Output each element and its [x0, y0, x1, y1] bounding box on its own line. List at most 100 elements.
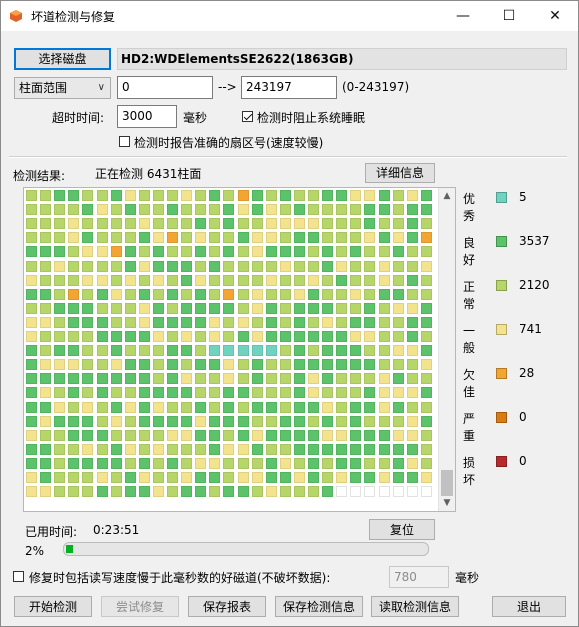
sector-cell [336, 359, 348, 371]
sector-map: ▲ ▼ [23, 187, 456, 512]
sector-cell [392, 331, 404, 342]
maximize-button[interactable]: ☐ [486, 1, 532, 31]
save-report-button[interactable]: 保存报表 [188, 596, 266, 617]
sector-cell [378, 190, 390, 201]
detail-button[interactable]: 详细信息 [365, 163, 435, 183]
range-start-input[interactable]: 0 [117, 76, 213, 99]
sector-cell [152, 472, 164, 483]
sector-cell [237, 359, 249, 371]
sector-cell [279, 359, 291, 371]
sector-cell [420, 190, 432, 201]
range-mode-dropdown[interactable]: 柱面范围 ∨ [14, 77, 111, 99]
sector-cell [251, 387, 263, 399]
sector-cell [195, 331, 207, 342]
sector-cell [336, 204, 348, 216]
sector-cell [420, 373, 432, 385]
sector-cell [26, 443, 37, 455]
sector-cell [68, 288, 80, 300]
sector-cell [26, 401, 37, 413]
sector-cell [279, 472, 291, 483]
sector-cell [322, 190, 334, 201]
sector-cell [322, 486, 334, 498]
repair-slow-checkbox[interactable] [13, 571, 24, 582]
sector-cell [209, 331, 221, 342]
sector-cell [181, 274, 193, 286]
sector-cell [293, 359, 305, 371]
sector-cell [265, 486, 277, 498]
sector-cell [237, 457, 249, 469]
timeout-input[interactable]: 3000 [117, 105, 177, 128]
sector-cell [378, 387, 390, 399]
range-end-input[interactable]: 243197 [241, 76, 337, 99]
legend-count: 741 [519, 322, 542, 336]
sector-cell [181, 316, 193, 328]
sector-cell [336, 316, 348, 328]
sector-cell [364, 387, 376, 399]
sector-cell [350, 288, 362, 300]
sector-cell [406, 302, 418, 314]
sector-cell [124, 359, 136, 371]
sector-cell [124, 373, 136, 385]
sector-cell [223, 486, 235, 498]
elapsed-label: 已用时间: [25, 525, 78, 539]
sector-cell [167, 443, 178, 455]
sector-cell [293, 443, 305, 455]
sector-cell [152, 486, 164, 498]
sector-cell [209, 232, 221, 244]
sector-cell [308, 443, 319, 455]
repair-slow-label: 修复时包括读写速度慢于此毫秒数的好磁道(不破坏数据): [29, 571, 331, 585]
reset-button[interactable]: 复位 [369, 519, 435, 540]
sector-cell [251, 274, 263, 286]
sector-cell [251, 472, 263, 483]
sector-cell [54, 415, 66, 427]
try-repair-button[interactable]: 尝试修复 [101, 596, 179, 617]
sector-cell [406, 373, 418, 385]
sector-cell [54, 472, 66, 483]
sector-cell [54, 345, 66, 357]
prevent-sleep-checkbox[interactable] [242, 111, 253, 122]
title-bar: 坏道检测与修复 — ☐ ✕ [1, 1, 578, 31]
sector-cell [420, 302, 432, 314]
select-disk-button[interactable]: 选择磁盘 [14, 48, 111, 70]
scroll-thumb[interactable] [441, 470, 453, 496]
sector-cell [54, 359, 66, 371]
minimize-button[interactable]: — [440, 1, 486, 31]
sector-cell [152, 246, 164, 258]
sector-cell [364, 246, 376, 258]
sector-cell [68, 373, 80, 385]
repair-threshold-input[interactable]: 780 [389, 566, 449, 588]
sector-cell [209, 486, 221, 498]
sector-cell [110, 429, 122, 441]
sector-cell [181, 302, 193, 314]
sector-cell [293, 218, 305, 230]
report-sector-checkbox[interactable] [119, 136, 130, 147]
save-scan-info-button[interactable]: 保存检测信息 [275, 596, 363, 617]
sector-cell [308, 288, 319, 300]
exit-button[interactable]: 退出 [492, 596, 566, 617]
sector-cell [152, 387, 164, 399]
close-button[interactable]: ✕ [532, 1, 578, 31]
sector-cell [110, 472, 122, 483]
sector-cell [138, 415, 150, 427]
range-mode-label: 柱面范围 [19, 81, 68, 95]
sector-cell [322, 373, 334, 385]
sector-cell [138, 359, 150, 371]
sector-cell [406, 457, 418, 469]
sector-cell [68, 429, 80, 441]
sector-cell [420, 359, 432, 371]
scroll-up-icon[interactable]: ▲ [439, 188, 455, 204]
sector-cell [40, 472, 52, 483]
sector-cell [322, 472, 334, 483]
start-scan-button[interactable]: 开始检测 [14, 596, 92, 617]
sector-cell [237, 232, 249, 244]
sector-cell [364, 260, 376, 272]
sector-cell [124, 316, 136, 328]
load-scan-info-button[interactable]: 读取检测信息 [371, 596, 459, 617]
sector-cell [195, 486, 207, 498]
sector-cell [26, 331, 37, 342]
scroll-down-icon[interactable]: ▼ [439, 495, 455, 511]
sector-map-scrollbar[interactable]: ▲ ▼ [438, 188, 455, 511]
sector-cell [251, 331, 263, 342]
sector-cell [96, 190, 108, 201]
progress-fill [66, 545, 73, 553]
